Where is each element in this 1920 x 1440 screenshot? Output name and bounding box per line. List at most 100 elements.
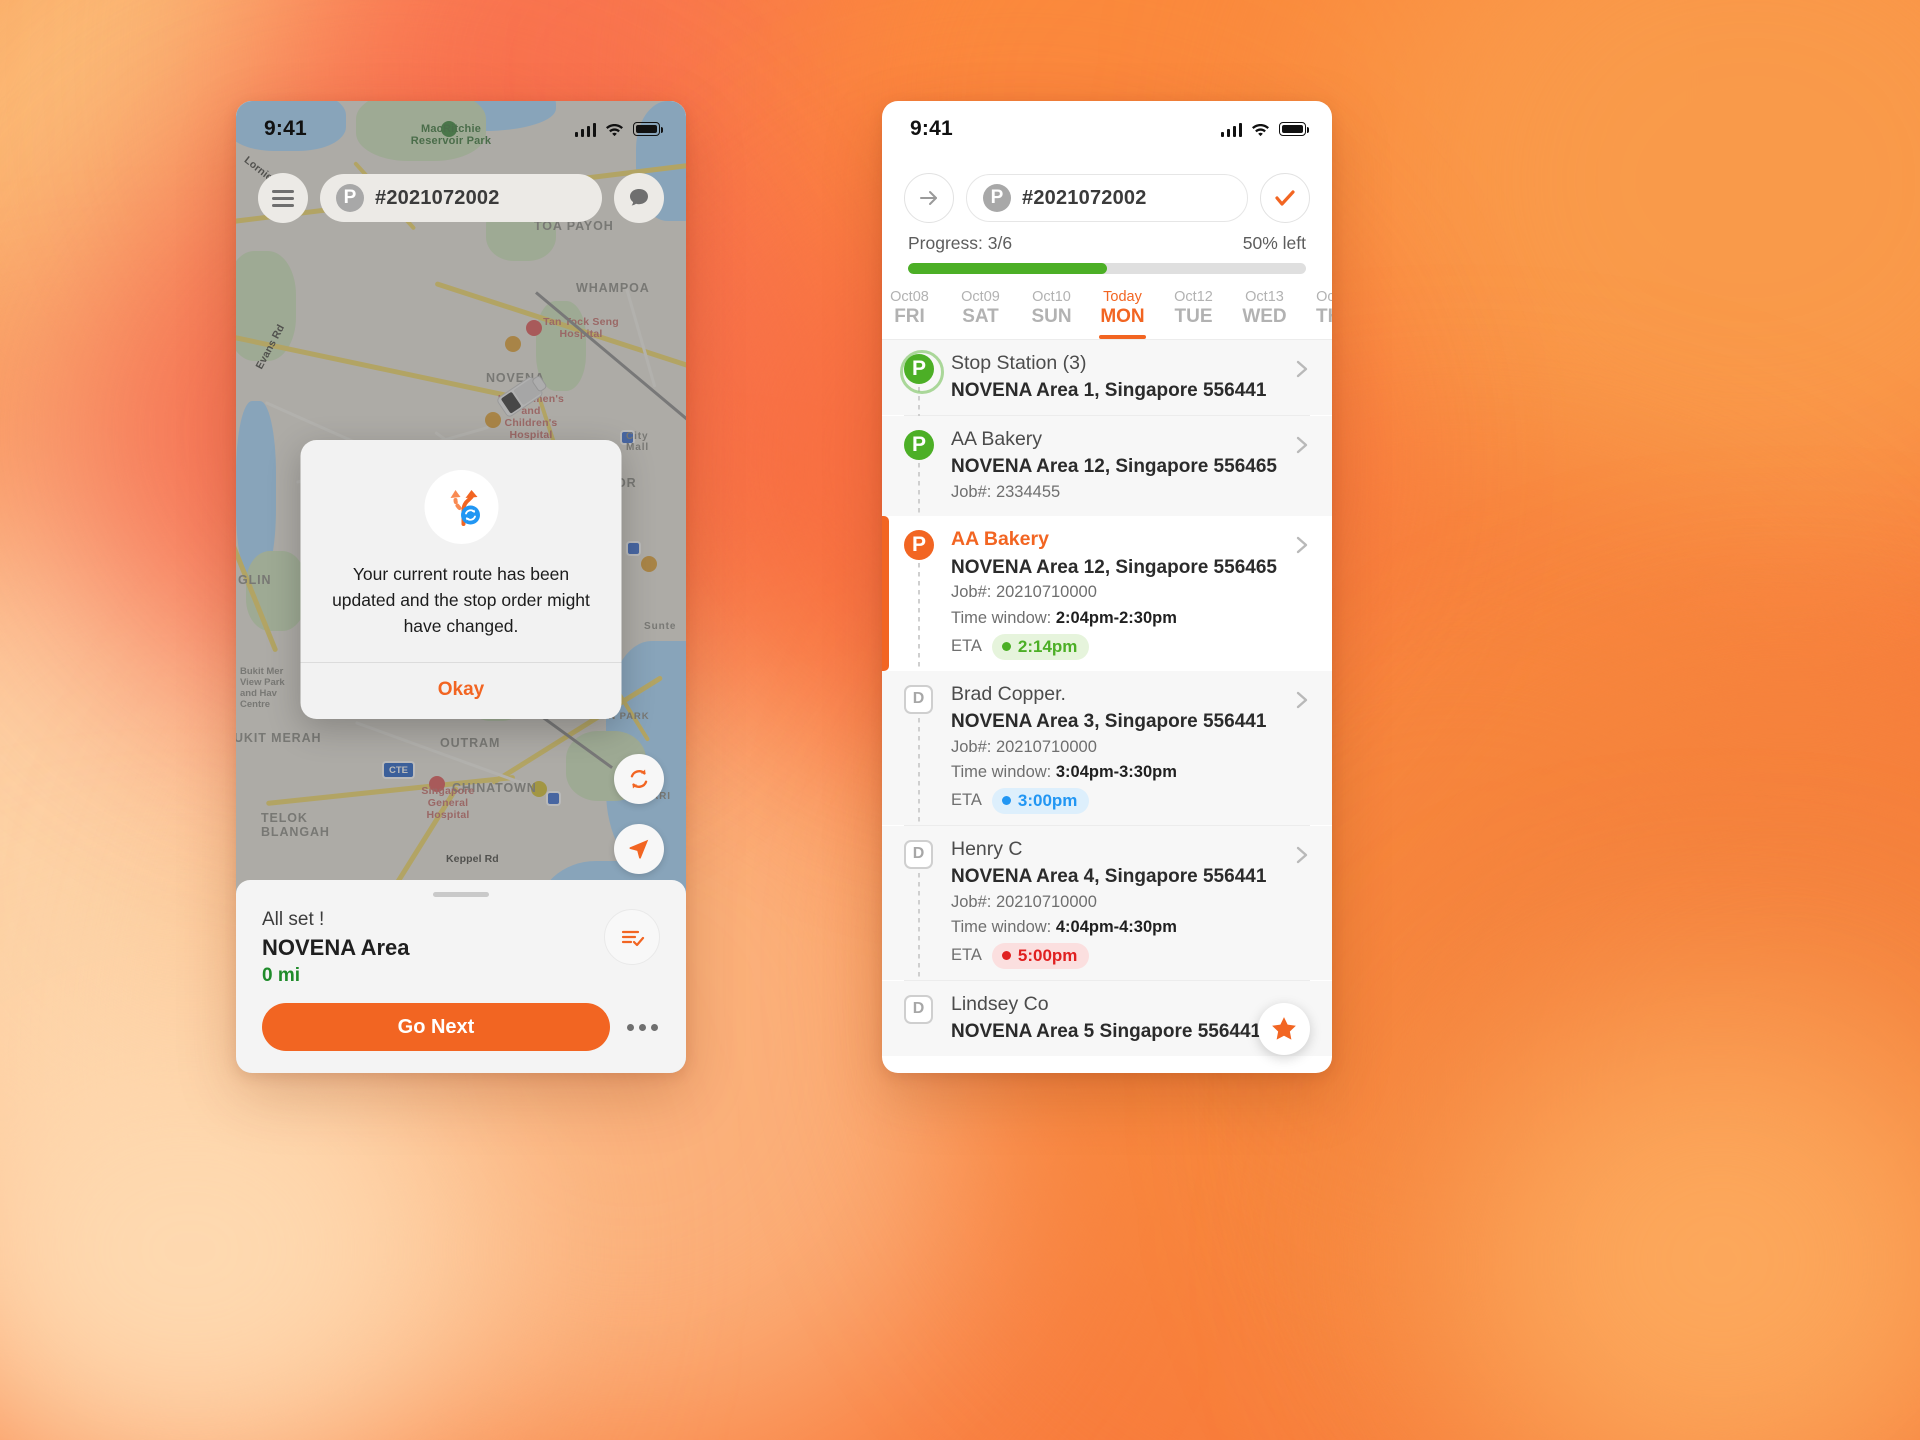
stop-details: AA Bakery NOVENA Area 12, Singapore 55646… [951, 527, 1281, 660]
eta-label: ETA [951, 946, 982, 965]
date-tab-thu[interactable]: Oct14THU [1300, 288, 1332, 339]
refresh-route-button[interactable] [614, 754, 664, 804]
stop-details: Brad Copper. NOVENA Area 3, Singapore 556… [951, 682, 1281, 814]
stop-title: Henry C [951, 837, 1023, 860]
star-button[interactable] [1258, 1003, 1310, 1055]
eta-status-dot [1001, 642, 1011, 652]
stop-list-item[interactable]: P AA Bakery NOVENA Area 12, Singapore 5564… [882, 415, 1332, 520]
sheet-area: NOVENA Area [262, 935, 410, 960]
progress-remaining: 50% left [1242, 233, 1306, 253]
delivery-d-icon: D [904, 994, 933, 1024]
date-tab-mon[interactable]: Today MON [1087, 288, 1158, 339]
eta-time: 5:00pm [1017, 945, 1078, 965]
stop-list[interactable]: P Stop Station (3) NOVENA Area 1, Singapor… [882, 339, 1332, 1056]
status-bar: 9:41 [882, 101, 1332, 157]
eta-status-dot [1001, 796, 1011, 806]
date-tab-day: THU [1315, 306, 1332, 328]
forward-button[interactable] [904, 173, 954, 223]
stop-list-item[interactable]: D Brad Copper. NOVENA Area 3, Singapore 55… [882, 670, 1332, 828]
stop-connector-line [918, 462, 920, 520]
stop-connector-line [918, 872, 920, 983]
stop-marker-column: D [904, 837, 938, 983]
pickup-p-icon: P [336, 184, 364, 212]
chat-bubble-icon [630, 189, 648, 206]
wifi-icon [605, 122, 624, 136]
checklist-button[interactable] [604, 909, 660, 965]
list-toolbar: P #2021072002 [882, 157, 1332, 223]
chevron-right-icon[interactable] [1294, 682, 1310, 717]
confirm-button[interactable] [1260, 173, 1310, 223]
stop-details: Stop Station (3) NOVENA Area 1, Singapore… [951, 351, 1281, 404]
menu-button[interactable] [258, 173, 308, 223]
sheet-status: All set ! [262, 909, 325, 930]
dialog-message: Your current route has been updated and … [332, 564, 590, 636]
date-tab-day: WED [1242, 306, 1287, 328]
date-tab-date: Oct08 [890, 289, 929, 305]
eta-badge: 2:14pm [991, 633, 1090, 660]
date-tab-date: Today [1103, 289, 1142, 305]
date-tab-fri[interactable]: Oct08 FRI [882, 288, 945, 339]
go-next-button[interactable]: Go Next [262, 1003, 610, 1051]
chat-button[interactable] [614, 173, 664, 223]
okay-button[interactable]: Okay [301, 663, 622, 719]
date-tab-day: SUN [1031, 306, 1072, 328]
stop-eta-row: ETA 5:00pm [951, 942, 1275, 969]
date-tab-day: TUE [1174, 306, 1213, 328]
more-options-button[interactable] [624, 1023, 660, 1031]
bottom-sheet: All set ! NOVENA Area 0 mi Go Next [236, 880, 686, 1073]
order-search-box[interactable]: P #2021072002 [320, 174, 602, 222]
date-tab-sun[interactable]: Oct10 SUN [1016, 288, 1087, 339]
time-window-label: Time window: [951, 918, 1056, 937]
stop-address: NOVENA Area 12, Singapore 556465 [951, 556, 1277, 578]
chevron-right-icon[interactable] [1294, 427, 1310, 462]
date-tab-day: FRI [894, 306, 925, 328]
eta-label: ETA [951, 637, 982, 656]
signal-bars-icon [1220, 122, 1242, 137]
route-updated-dialog: Your current route has been updated and … [300, 440, 622, 719]
stop-list-item[interactable]: P Stop Station (3) NOVENA Area 1, Singapor… [882, 339, 1332, 418]
stop-eta-row: ETA 2:14pm [951, 633, 1275, 660]
date-tabs[interactable]: Oct08 FRI Oct09 SAT Oct10 SUN Today MON Oct12 TUE… [882, 274, 1332, 339]
navigate-button[interactable] [614, 824, 664, 874]
date-tab-day: SAT [962, 306, 999, 328]
chevron-right-icon[interactable] [1294, 837, 1310, 872]
stop-time-window: Time window: 2:04pm-2:30pm [951, 606, 1275, 632]
chevron-right-icon[interactable] [1294, 527, 1310, 562]
date-tab-tue[interactable]: Oct12 TUE [1158, 288, 1229, 339]
chevron-right-icon[interactable] [1294, 351, 1310, 386]
wifi-icon [1251, 122, 1270, 136]
pickup-p-icon: P [904, 429, 934, 460]
battery-icon [1279, 122, 1309, 136]
route-updated-icon [424, 470, 498, 544]
pickup-p-icon: P [904, 530, 934, 561]
order-search-box[interactable]: P #2021072002 [966, 174, 1248, 222]
stop-job-number: Job#: 20210710000 [951, 892, 1097, 911]
date-tab-day: MON [1100, 306, 1145, 328]
eta-time: 2:14pm [1017, 636, 1078, 656]
date-tab-wed[interactable]: Oct13 WED [1229, 288, 1300, 339]
time-window-value: 2:04pm-2:30pm [1055, 609, 1177, 627]
date-tab-date: Oct09 [961, 289, 1000, 305]
eta-status-dot [1001, 951, 1011, 961]
sheet-grab-handle[interactable] [433, 892, 489, 897]
stop-list-item[interactable]: P AA Bakery NOVENA Area 12, Singapore 5564… [882, 516, 1332, 674]
stop-eta-row: ETA 3:00pm [951, 787, 1275, 814]
stop-marker-column: D [904, 682, 938, 828]
status-bar: 9:41 [236, 101, 686, 157]
stop-job-number: Job#: 20210710000 [951, 583, 1097, 602]
stop-title: Lindsey Co [951, 992, 1049, 1015]
delivery-d-icon: D [904, 684, 933, 714]
status-time: 9:41 [264, 117, 307, 140]
check-icon [1275, 190, 1295, 206]
stop-connector-line [918, 717, 920, 828]
time-window-label: Time window: [951, 609, 1056, 627]
stop-list-item[interactable]: D Henry C NOVENA Area 4, Singapore 556441 J… [882, 825, 1332, 983]
eta-label: ETA [951, 791, 982, 810]
date-tab-date: Oct12 [1174, 289, 1213, 305]
stop-job-number: Job#: 2334455 [951, 482, 1061, 501]
stop-details: Lindsey Co NOVENA Area 5 Singapore 556441 [951, 992, 1310, 1045]
stop-job-number: Job#: 20210710000 [951, 737, 1097, 756]
eta-badge: 3:00pm [991, 787, 1090, 814]
date-tab-sat[interactable]: Oct09 SAT [945, 288, 1016, 339]
status-time: 9:41 [910, 117, 953, 140]
